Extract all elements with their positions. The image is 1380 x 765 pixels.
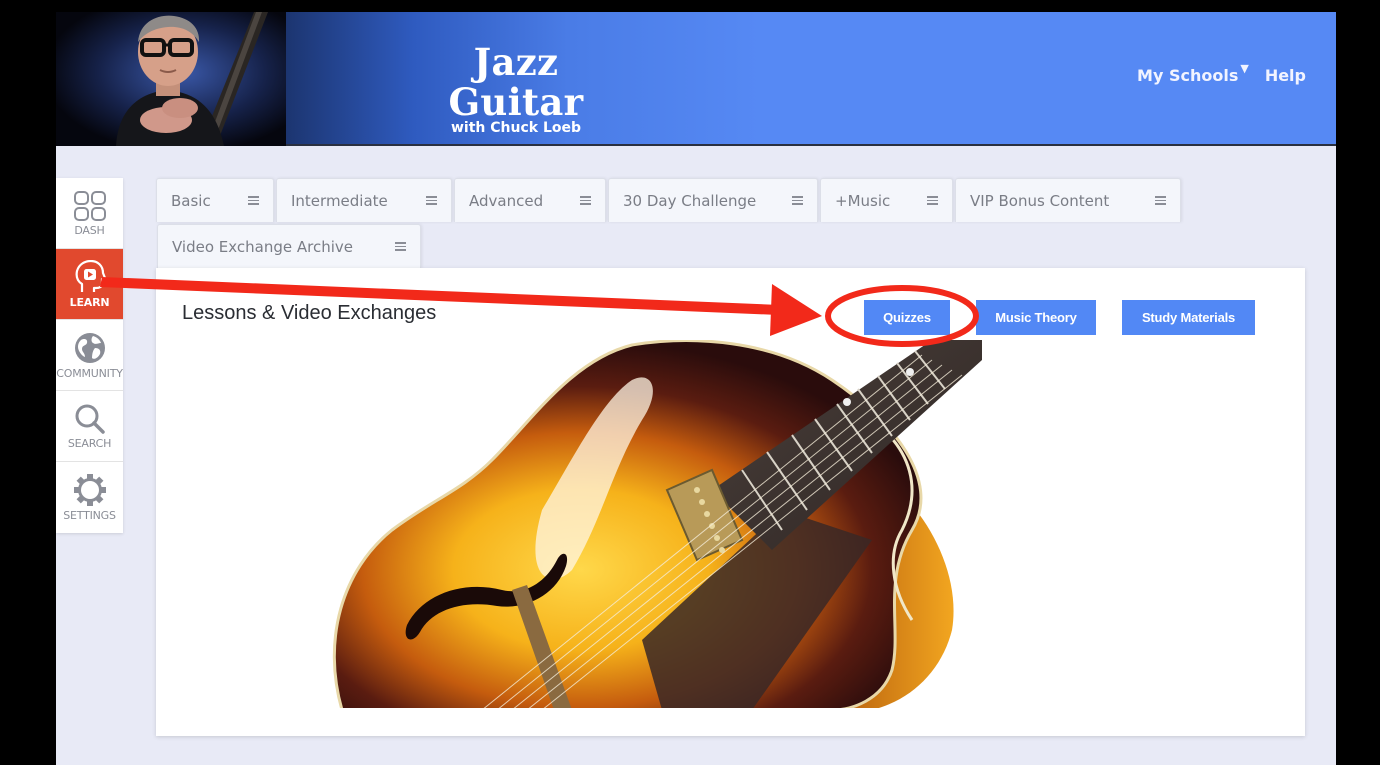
tab-label: Advanced	[469, 191, 544, 210]
tab-label: +Music	[835, 191, 891, 210]
grid-icon	[73, 190, 106, 221]
menu-icon[interactable]	[395, 242, 406, 253]
caret-down-icon: ▼	[1240, 62, 1249, 75]
menu-icon[interactable]	[426, 196, 437, 207]
music-theory-button[interactable]: Music Theory	[976, 300, 1096, 335]
menu-icon[interactable]	[580, 196, 591, 207]
tab-advanced[interactable]: Advanced	[454, 178, 606, 222]
sidebar-item-community[interactable]: COMMUNITY	[56, 320, 123, 391]
page: Jazz Guitar with Chuck Loeb My Schools ▼…	[56, 12, 1336, 765]
tab-basic[interactable]: Basic	[156, 178, 274, 222]
menu-icon[interactable]	[927, 196, 938, 207]
sidebar-label: SETTINGS	[63, 509, 116, 522]
globe-icon	[74, 332, 105, 363]
menu-icon[interactable]	[792, 196, 803, 207]
tab-music[interactable]: +Music	[820, 178, 953, 222]
lessons-card: Lessons & Video Exchanges Quizzes Music …	[156, 268, 1305, 736]
sidebar-label: LEARN	[69, 295, 110, 309]
tab-label: Intermediate	[291, 191, 388, 210]
header-banner: Jazz Guitar with Chuck Loeb My Schools ▼…	[56, 12, 1336, 146]
tab-30-day-challenge[interactable]: 30 Day Challenge	[608, 178, 818, 222]
brand-title: Jazz Guitar	[448, 40, 584, 124]
tab-video-exchange-archive[interactable]: Video Exchange Archive	[157, 224, 421, 268]
page-title: Lessons & Video Exchanges	[182, 302, 437, 324]
gear-icon	[73, 474, 106, 506]
study-materials-button[interactable]: Study Materials	[1122, 300, 1255, 335]
sidebar-label: DASH	[74, 223, 105, 237]
my-schools-menu[interactable]: My Schools ▼	[1137, 62, 1249, 85]
tab-intermediate[interactable]: Intermediate	[276, 178, 452, 222]
sidebar-label: SEARCH	[67, 436, 112, 450]
brand-logo[interactable]: Jazz Guitar with Chuck Loeb	[401, 42, 631, 136]
tab-vip-bonus-content[interactable]: VIP Bonus Content	[955, 178, 1181, 222]
instructor-portrait	[56, 12, 286, 146]
menu-icon[interactable]	[248, 196, 259, 207]
tab-label: Video Exchange Archive	[172, 237, 353, 256]
tab-label: 30 Day Challenge	[623, 191, 757, 210]
quizzes-button[interactable]: Quizzes	[864, 300, 950, 335]
sidebar-label: COMMUNITY	[56, 366, 123, 380]
tab-label: VIP Bonus Content	[970, 191, 1110, 210]
help-link[interactable]: Help	[1265, 66, 1306, 85]
help-label: Help	[1264, 66, 1306, 85]
sidebar-item-learn[interactable]: LEARN	[56, 249, 123, 320]
brand-subtitle: with Chuck Loeb	[450, 120, 581, 136]
tab-label: Basic	[171, 191, 211, 210]
sidebar-item-dash[interactable]: DASH	[56, 178, 123, 249]
guitar-hero-image[interactable]	[312, 340, 982, 710]
top-nav: My Schools ▼ Help	[1137, 62, 1306, 85]
sidebar: DASH LEARN COMMUNITY SEARCH SETTINGS	[56, 178, 123, 533]
learn-head-icon	[75, 259, 106, 292]
sidebar-item-settings[interactable]: SETTINGS	[56, 462, 123, 533]
menu-icon[interactable]	[1155, 196, 1166, 207]
my-schools-label: My Schools	[1137, 66, 1239, 85]
sidebar-item-search[interactable]: SEARCH	[56, 391, 123, 462]
search-icon	[75, 404, 105, 434]
